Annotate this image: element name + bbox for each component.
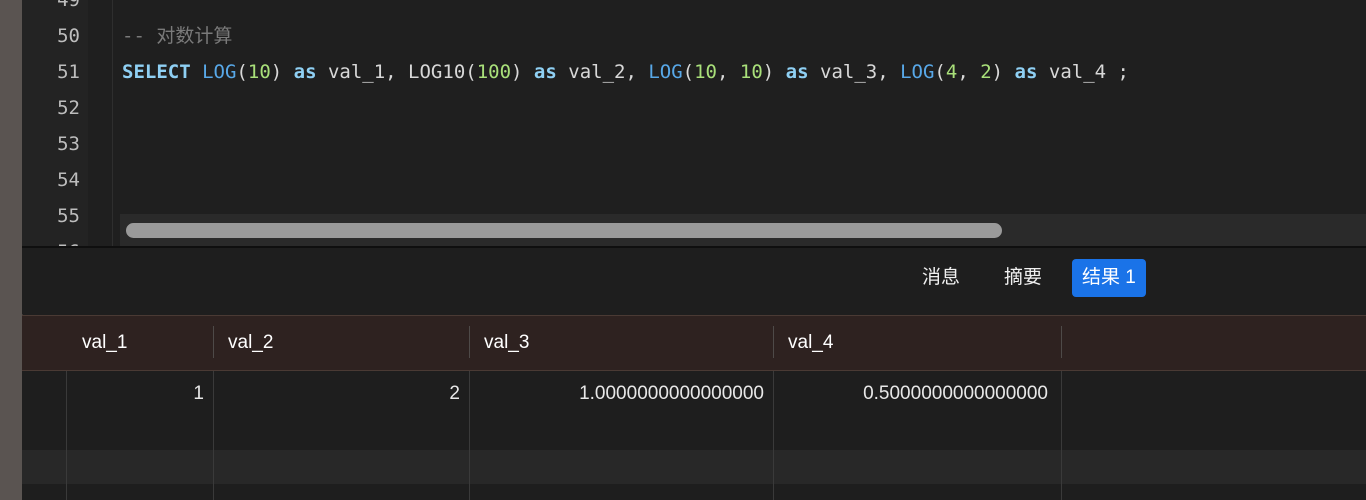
code-token-kw: as [785, 61, 809, 83]
code-token-fn: LOG [648, 61, 683, 83]
cell-val-4[interactable]: 0.5000000000000000 [774, 371, 1062, 417]
code-token-plain: ) [270, 61, 294, 83]
horizontal-scrollbar[interactable] [120, 214, 1366, 246]
code-token-plain: val_4 ; [1037, 61, 1129, 83]
line-number: 52 [57, 97, 80, 119]
tab-result-1[interactable]: 结果 1 [1072, 259, 1146, 297]
code-token-plain: ) [511, 61, 534, 83]
cell-val-1[interactable]: 1 [68, 371, 214, 417]
indent-guide [112, 0, 113, 246]
scrollbar-thumb[interactable] [126, 223, 1002, 238]
column-header-val-2[interactable]: val_2 [214, 316, 470, 370]
code-token-kw: as [293, 61, 317, 83]
code-token-plain: val_2, [556, 61, 649, 83]
line-number: 53 [57, 133, 80, 155]
code-query-line[interactable]: SELECT LOG(10) as val_1, LOG10(100) as v… [122, 54, 1129, 90]
code-token-plain: , [957, 61, 981, 83]
code-token-plain: ) [991, 61, 1015, 83]
line-number: 54 [57, 169, 80, 191]
line-number: 51 [57, 61, 80, 83]
result-grid-body: 1 2 1.0000000000000000 0.500000000000000… [22, 371, 1366, 500]
result-tabbar: 消息 摘要 结果 1 [22, 248, 1366, 314]
cell-val-2[interactable]: 2 [214, 371, 470, 417]
code-token-plain: ) [762, 61, 786, 83]
code-token-kw: as [1014, 61, 1038, 83]
code-comment[interactable]: -- 对数计算 [122, 18, 232, 54]
column-header-val-3[interactable]: val_3 [470, 316, 774, 370]
line-number: 55 [57, 205, 80, 227]
column-header-val-4[interactable]: val_4 [774, 316, 1062, 370]
empty-row-stripe [22, 450, 1366, 484]
column-divider [66, 371, 67, 500]
result-grid-header: val_1 val_2 val_3 val_4 [22, 315, 1366, 372]
code-token-num: 10 [247, 61, 271, 83]
code-token-num: 10 [739, 61, 763, 83]
code-token-kw: SELECT [122, 61, 191, 83]
code-token-num: 10 [694, 61, 717, 83]
column-resize-handle[interactable] [1061, 326, 1062, 358]
code-token-fn: LOG [202, 61, 237, 83]
cell-val-3[interactable]: 1.0000000000000000 [470, 371, 774, 417]
code-token-num: 100 [476, 61, 512, 83]
tab-messages[interactable]: 消息 [912, 259, 970, 297]
code-token-plain: , [717, 61, 740, 83]
line-number: 56 [22, 234, 80, 246]
line-number-gutter: 49 50 51 52 53 54 55 56 [22, 0, 88, 246]
code-token-plain: val_1, LOG10( [316, 61, 477, 83]
code-token-plain: ( [934, 61, 946, 83]
code-token-plain: ( [682, 61, 695, 83]
tab-summary[interactable]: 摘要 [994, 259, 1052, 297]
column-header-val-1[interactable]: val_1 [68, 316, 214, 370]
line-number: 50 [57, 25, 80, 47]
code-token-kw: as [533, 61, 557, 83]
code-token-plain: val_3, [808, 61, 901, 83]
code-token-num: 2 [980, 61, 992, 83]
code-token-fn: LOG [900, 61, 935, 83]
code-token-num: 4 [945, 61, 958, 83]
line-number: 49 [57, 0, 80, 11]
code-token-plain: ( [236, 61, 248, 83]
sql-editor[interactable]: 49 50 51 52 53 54 55 56 -- 对数计算 SELECT L… [22, 0, 1366, 246]
left-panel-edge [0, 0, 23, 500]
